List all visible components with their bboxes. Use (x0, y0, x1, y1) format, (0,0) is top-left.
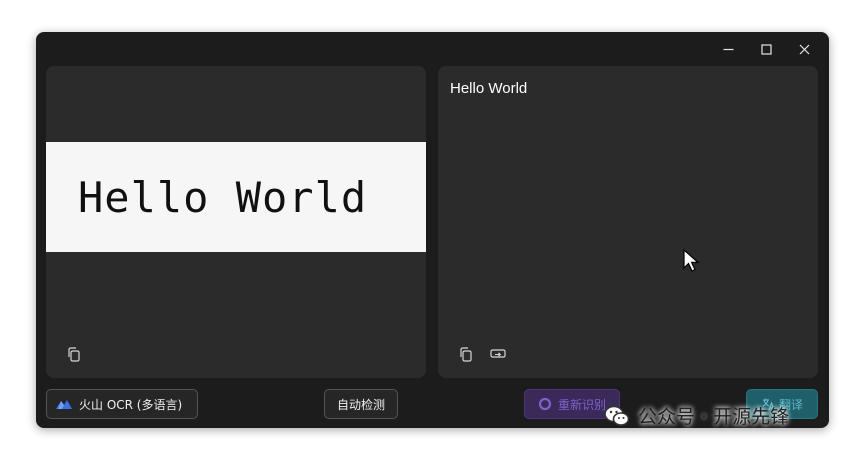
auto-detect-label: 自动检测 (336, 397, 385, 412)
close-icon (799, 44, 809, 54)
minimize-button[interactable] (709, 40, 747, 58)
wechat-icon (604, 405, 630, 427)
source-copy-button[interactable] (64, 344, 84, 364)
retry-recognition-label: 重新识别 (557, 397, 606, 412)
window-controls (709, 40, 823, 58)
maximize-icon (760, 43, 772, 55)
mouse-cursor-icon (683, 248, 701, 277)
result-copy-button[interactable] (456, 344, 476, 364)
ocr-source-image: Hello World (46, 142, 426, 252)
watermark-text: 公众号 · 开源先锋 (638, 406, 790, 428)
result-replace-button[interactable] (488, 344, 508, 364)
maximize-button[interactable] (747, 40, 785, 58)
source-image-panel: Hello World (46, 66, 426, 378)
close-button[interactable] (785, 40, 823, 58)
app-window: Hello World Hello World 火山 OCR (多语言) 自动检… (36, 32, 829, 428)
copy-icon (68, 346, 80, 362)
auto-detect-button[interactable]: 自动检测 (324, 389, 398, 419)
volcano-icon (56, 400, 72, 409)
minimize-icon (723, 48, 733, 50)
refresh-icon (538, 397, 552, 411)
ocr-engine-label: 火山 OCR (多语言) (79, 397, 183, 412)
ocr-result-panel: Hello World (438, 66, 818, 378)
watermark: 公众号 · 开源先锋 (604, 402, 789, 429)
ocr-image-text: Hello World (78, 172, 368, 222)
replace-icon (490, 349, 506, 358)
copy-icon (460, 346, 472, 362)
ocr-engine-button[interactable]: 火山 OCR (多语言) (46, 389, 198, 419)
ocr-result-text[interactable]: Hello World (450, 80, 527, 97)
